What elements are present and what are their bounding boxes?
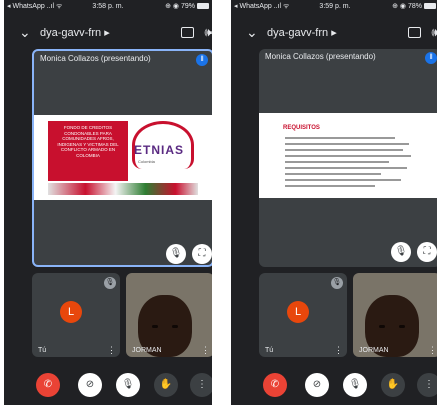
battery-icon — [424, 3, 436, 10]
video-detail — [152, 325, 158, 328]
fullscreen-icon[interactable]: ⛶ — [192, 244, 212, 264]
chevron-down-icon[interactable]: ⌄ — [246, 24, 258, 40]
avatar: L — [287, 301, 309, 323]
fullscreen-icon[interactable]: ⛶ — [417, 242, 437, 262]
shared-screen: REQUISITOS — [259, 113, 437, 198]
battery-icon — [197, 3, 209, 10]
text-line — [285, 143, 409, 145]
meeting-topbar: ⌄ dya-gavv-frn ▸ 🕪 — [231, 22, 437, 44]
battery-label: ⊕ ◉ 78% — [392, 3, 422, 10]
mic-off-icon[interactable]: 🎙 — [166, 244, 186, 264]
battery-label: ⊕ ◉ 79% — [165, 3, 195, 10]
status-bar: ◂ WhatsApp ..ıl ᯤ 3:58 p. m. ⊕ ◉ 79% — [4, 0, 212, 14]
camera-flip-icon[interactable] — [408, 27, 421, 38]
meeting-topbar: ⌄ dya-gavv-frn ▸ 🕪 — [4, 22, 212, 44]
presentation-tile[interactable]: Monica Collazos (presentando) ⦀ FONDO DE… — [32, 49, 212, 267]
mic-off-icon[interactable]: 🎙 — [343, 373, 367, 397]
self-tile[interactable]: 🎙 L Tú ⋮ — [32, 273, 120, 357]
meeting-code[interactable]: dya-gavv-frn ▸ — [267, 26, 337, 39]
raise-hand-icon[interactable]: ✋ — [154, 373, 178, 397]
self-tile[interactable]: 🎙 L Tú ⋮ — [259, 273, 347, 357]
end-call-icon[interactable]: ✆ — [263, 373, 287, 397]
more-vert-icon[interactable]: ⋮ — [107, 346, 116, 355]
participant-name: JORMAN — [359, 347, 389, 354]
participant-tile-jorman[interactable]: JORMAN ⋮ — [353, 273, 437, 357]
video-detail — [379, 325, 385, 328]
avatar: L — [60, 301, 82, 323]
participant-name: Tú — [38, 347, 47, 354]
text-line — [285, 167, 407, 169]
more-vert-icon[interactable]: ⋮ — [334, 346, 343, 355]
chevron-down-icon[interactable]: ⌄ — [19, 24, 31, 40]
text-line — [285, 173, 381, 175]
audio-level-icon: ⦀ — [196, 54, 208, 66]
text-line — [285, 137, 395, 139]
raise-hand-icon[interactable]: ✋ — [381, 373, 405, 397]
meeting-code[interactable]: dya-gavv-frn ▸ — [40, 26, 110, 39]
etnias-logo: ETNIAS — [134, 143, 185, 157]
camera-off-icon[interactable]: ⊘ — [78, 373, 102, 397]
text-line — [285, 185, 375, 187]
call-controls: ✆ ⊘ 🎙 ✋ ⋮ — [4, 370, 212, 400]
more-vert-icon[interactable]: ⋮ — [190, 373, 212, 397]
battery-indicator: ⊕ ◉ 78% — [392, 0, 436, 14]
speaker-icon[interactable]: 🕪 — [204, 25, 212, 40]
camera-flip-icon[interactable] — [181, 27, 194, 38]
presenter-label: Monica Collazos (presentando) — [265, 52, 376, 61]
phone-screen-right: ◂ WhatsApp ..ıl ᯤ 3:59 p. m. ⊕ ◉ 78% ⌄ d… — [231, 0, 437, 405]
video-detail — [399, 325, 405, 328]
presentation-tile[interactable]: Monica Collazos (presentando) ⦀ REQUISIT… — [259, 49, 437, 267]
participant-name: JORMAN — [132, 347, 162, 354]
mic-off-icon[interactable]: 🎙 — [116, 373, 140, 397]
status-bar: ◂ WhatsApp ..ıl ᯤ 3:59 p. m. ⊕ ◉ 78% — [231, 0, 437, 14]
presenter-label: Monica Collazos (presentando) — [40, 54, 151, 63]
participant-name: Tú — [265, 347, 274, 354]
text-line — [285, 179, 401, 181]
battery-indicator: ⊕ ◉ 79% — [165, 0, 209, 14]
phone-screen-left: ◂ WhatsApp ..ıl ᯤ 3:58 p. m. ⊕ ◉ 79% ⌄ d… — [4, 0, 212, 405]
more-vert-icon[interactable]: ⋮ — [417, 373, 437, 397]
shared-screen: FONDO DE CREDITOS CONDONABLES PARA COMUN… — [34, 115, 212, 200]
text-line — [285, 155, 411, 157]
text-line — [285, 149, 403, 151]
mic-off-icon: 🎙 — [331, 277, 343, 289]
mic-off-icon[interactable]: 🎙 — [391, 242, 411, 262]
speaker-icon[interactable]: 🕪 — [431, 25, 437, 40]
camera-off-icon[interactable]: ⊘ — [305, 373, 329, 397]
slide-title: REQUISITOS — [283, 125, 320, 131]
more-vert-icon[interactable]: ⋮ — [201, 346, 210, 355]
audio-level-icon: ⦀ — [425, 52, 437, 64]
video-detail — [172, 325, 178, 328]
text-line — [285, 161, 389, 163]
end-call-icon[interactable]: ✆ — [36, 373, 60, 397]
more-vert-icon[interactable]: ⋮ — [428, 346, 437, 355]
logo-subtitle: Colombia — [138, 159, 155, 164]
mic-off-icon: 🎙 — [104, 277, 116, 289]
slide-thumbnail-strip — [48, 183, 198, 195]
call-controls: ✆ ⊘ 🎙 ✋ ⋮ — [231, 370, 437, 400]
participant-tile-jorman[interactable]: JORMAN ⋮ — [126, 273, 212, 357]
slide-title-block: FONDO DE CREDITOS CONDONABLES PARA COMUN… — [48, 121, 128, 181]
